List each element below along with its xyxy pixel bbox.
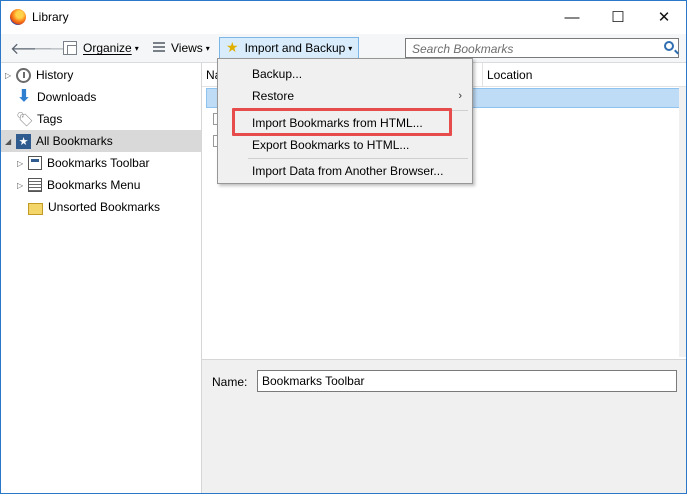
- chevron-down-icon: ▾: [134, 43, 139, 53]
- sidebar-item-tags[interactable]: 🏷 Tags: [1, 108, 201, 130]
- sidebar-item-label: Bookmarks Toolbar: [47, 156, 150, 170]
- details-pane: Name: Bookmarks Toolbar: [202, 359, 686, 493]
- menu-folder-icon: [28, 178, 42, 192]
- chevron-right-icon: ›: [458, 90, 462, 102]
- name-field[interactable]: Bookmarks Toolbar: [257, 370, 677, 392]
- firefox-icon: [10, 9, 26, 25]
- sidebar-item-bookmarks-menu[interactable]: ▷ Bookmarks Menu: [1, 174, 201, 196]
- sidebar-item-all-bookmarks[interactable]: ◢ ★ All Bookmarks: [1, 130, 201, 152]
- vertical-scrollbar[interactable]: [679, 87, 686, 357]
- sidebar-item-unsorted-bookmarks[interactable]: Unsorted Bookmarks: [1, 196, 201, 218]
- search-icon[interactable]: [664, 41, 674, 51]
- column-header-location[interactable]: Location: [482, 63, 686, 87]
- chevron-down-icon: ▾: [348, 43, 353, 53]
- maximize-button[interactable]: ☐: [595, 1, 641, 33]
- search-box[interactable]: [405, 38, 679, 58]
- sidebar-item-downloads[interactable]: ⬇ Downloads: [1, 86, 201, 108]
- chevron-down-icon: ▾: [205, 43, 210, 53]
- expand-icon[interactable]: ▷: [5, 71, 11, 80]
- menu-item-label: Export Bookmarks to HTML...: [252, 138, 410, 152]
- download-icon: ⬇: [17, 88, 31, 105]
- menu-item-import-browser[interactable]: Import Data from Another Browser...: [218, 160, 472, 182]
- expand-icon[interactable]: ▷: [17, 181, 23, 190]
- organize-button[interactable]: Organize ▾: [63, 37, 139, 59]
- name-label: Name:: [212, 375, 248, 389]
- bookmark-star-icon: ★: [16, 133, 31, 149]
- tag-icon: 🏷: [16, 111, 34, 127]
- window-title: Library: [32, 10, 69, 24]
- menu-item-export-html[interactable]: Export Bookmarks to HTML...: [218, 134, 472, 156]
- organize-icon: [63, 41, 77, 55]
- sidebar: ▷ History ⬇ Downloads 🏷 Tags ◢ ★ All Boo…: [1, 63, 202, 493]
- collapse-icon[interactable]: ◢: [5, 137, 11, 146]
- expand-icon[interactable]: ▷: [17, 159, 23, 168]
- unsorted-folder-icon: [28, 202, 43, 215]
- menu-item-label: Backup...: [252, 67, 303, 81]
- import-backup-label: Import and Backup: [244, 41, 346, 55]
- sidebar-item-label: Unsorted Bookmarks: [48, 200, 161, 214]
- menu-item-backup[interactable]: Backup...: [218, 63, 472, 85]
- sidebar-item-history[interactable]: ▷ History: [1, 64, 201, 86]
- close-button[interactable]: ✕: [641, 1, 686, 33]
- sidebar-item-label: Downloads: [37, 90, 97, 104]
- views-button[interactable]: Views ▾: [153, 37, 210, 59]
- menu-item-label: Restore: [252, 89, 295, 103]
- menu-separator: [248, 158, 468, 159]
- highlight-annotation: [232, 108, 452, 136]
- sidebar-item-label: All Bookmarks: [36, 134, 113, 148]
- sidebar-item-label: Tags: [37, 112, 63, 126]
- menu-item-restore[interactable]: Restore ›: [218, 85, 472, 107]
- views-icon: [153, 42, 165, 54]
- sidebar-item-label: History: [36, 68, 74, 82]
- sidebar-item-label: Bookmarks Menu: [47, 178, 141, 192]
- toolbar-folder-icon: [28, 156, 42, 170]
- title-bar: Library — ☐ ✕: [1, 1, 686, 34]
- organize-label: Organize: [83, 41, 132, 55]
- menu-item-label: Import Data from Another Browser...: [252, 164, 444, 178]
- minimize-button[interactable]: —: [549, 1, 595, 33]
- views-label: Views: [171, 41, 203, 55]
- clock-icon: [16, 67, 31, 83]
- sidebar-item-bookmarks-toolbar[interactable]: ▷ Bookmarks Toolbar: [1, 152, 201, 174]
- search-input[interactable]: [410, 40, 654, 58]
- import-backup-button[interactable]: ★ Import and Backup ▾: [219, 37, 359, 59]
- star-icon: ★: [226, 38, 239, 55]
